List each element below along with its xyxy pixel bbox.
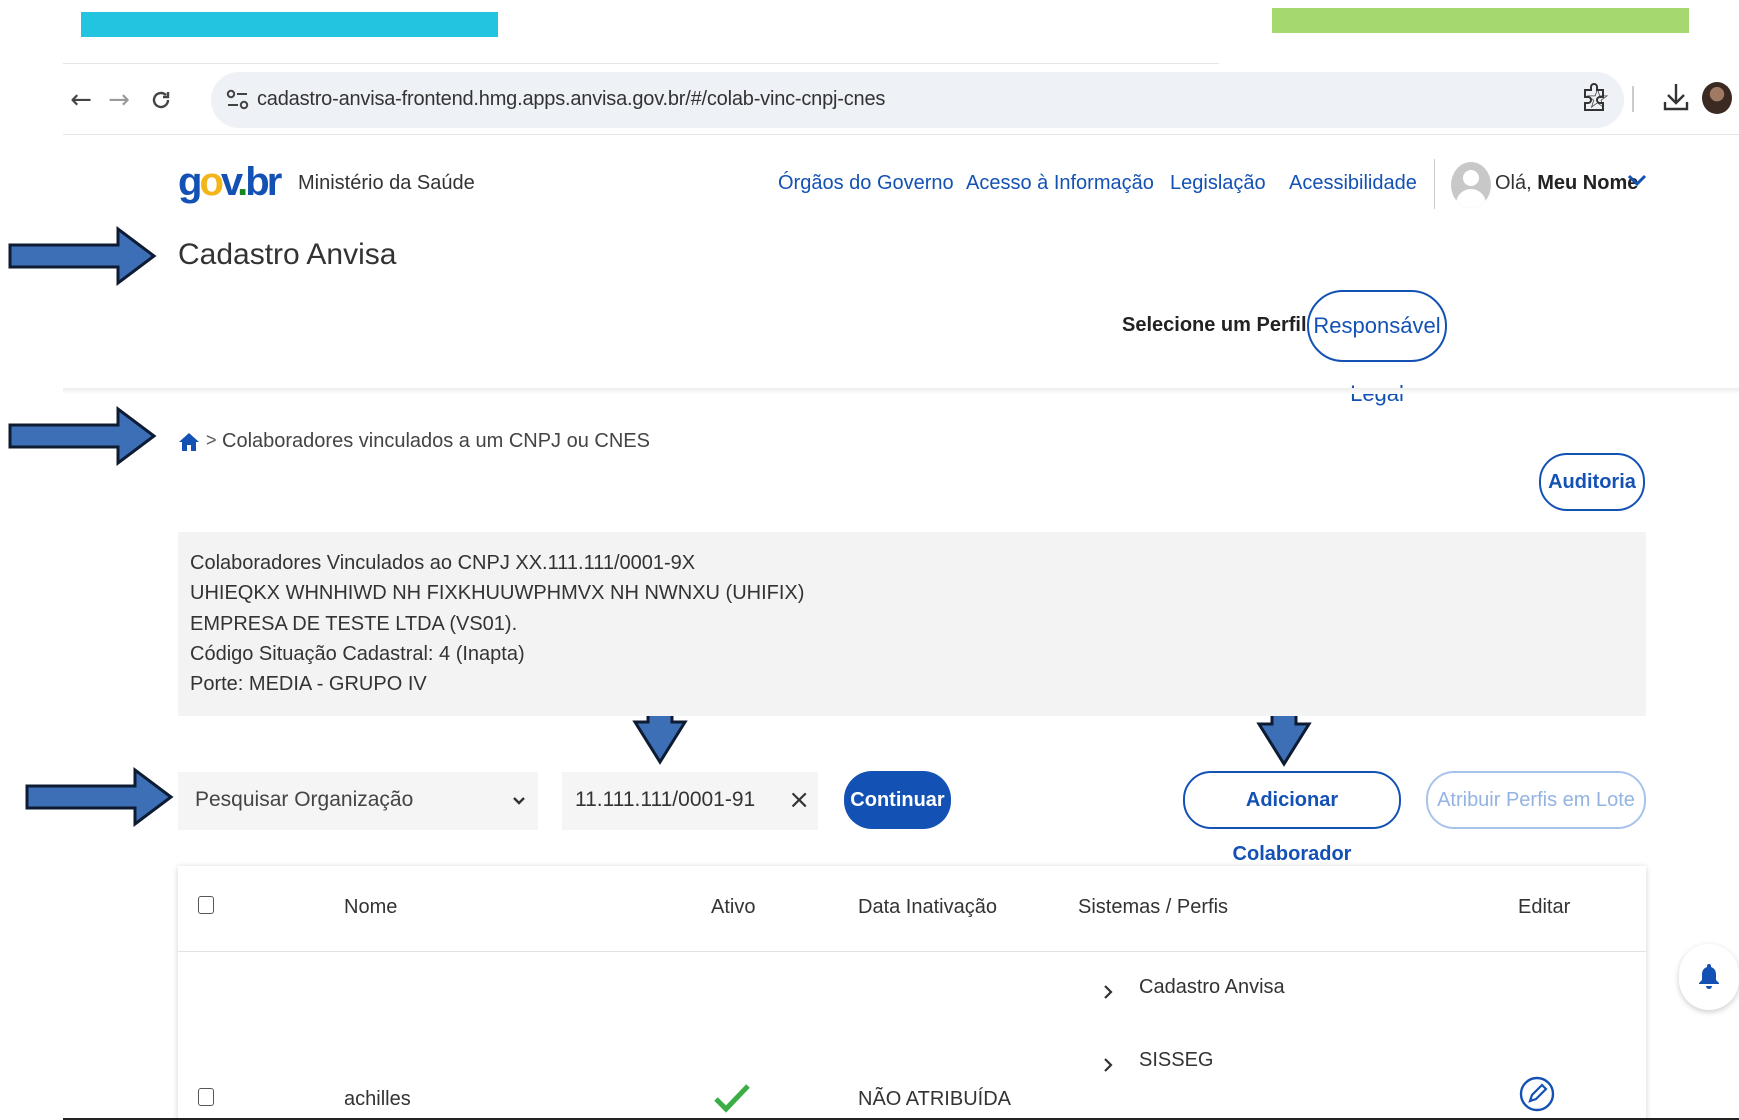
chevron-down-icon <box>513 797 525 805</box>
row-checkbox[interactable] <box>198 1088 214 1106</box>
top-color-bar-green <box>1272 8 1689 33</box>
bell-icon <box>1699 964 1719 989</box>
header-separator <box>1434 159 1435 209</box>
column-header-editar: Editar <box>1518 896 1571 918</box>
reload-icon[interactable] <box>143 82 179 118</box>
notifications-button[interactable] <box>1679 944 1739 1010</box>
annotation-arrow-right-icon <box>25 767 174 827</box>
site-info-icon[interactable] <box>225 88 251 112</box>
home-icon[interactable] <box>178 432 200 452</box>
auditoria-button[interactable]: Auditoria <box>1539 453 1645 511</box>
profile-avatar[interactable] <box>1702 82 1732 114</box>
collaborators-table: Nome Ativo Data Inativação Sistemas / Pe… <box>178 866 1646 1120</box>
profile-select-label: Selecione um Perfil: <box>1122 314 1314 336</box>
back-icon[interactable]: ← <box>63 82 99 118</box>
chevron-right-icon[interactable] <box>1102 984 1114 1000</box>
forward-icon[interactable]: → <box>101 82 137 118</box>
column-header-nome[interactable]: Nome <box>344 896 397 919</box>
download-icon[interactable] <box>1661 80 1691 114</box>
cnpj-info-panel: Colaboradores Vinculados ao CNPJ XX.111.… <box>178 532 1646 716</box>
chevron-right-icon[interactable] <box>1102 1057 1114 1073</box>
inactivation-date: NÃO ATRIBUÍDA <box>858 1088 1011 1110</box>
top-color-bar-cyan <box>81 12 498 37</box>
link-acesso-informacao[interactable]: Acesso à Informação <box>966 172 1154 195</box>
header-shadow <box>63 388 1739 394</box>
continuar-button[interactable]: Continuar <box>844 771 951 829</box>
toolbar-separator <box>1632 86 1634 112</box>
annotation-arrow-right-icon <box>8 226 157 286</box>
govbr-logo[interactable]: gov.br <box>178 160 282 205</box>
info-line: Código Situação Cadastral: 4 (Inapta) <box>190 643 525 665</box>
info-line: Porte: MEDIA - GRUPO IV <box>190 673 427 695</box>
organization-select-value: Pesquisar Organização <box>195 788 414 811</box>
url-text[interactable]: cadastro-anvisa-frontend.hmg.apps.anvisa… <box>257 88 885 111</box>
user-avatar-icon[interactable] <box>1451 162 1491 208</box>
top-divider <box>63 63 1219 64</box>
edit-pencil-icon[interactable] <box>1519 1076 1555 1112</box>
browser-toolbar: ← → cadastro-anvisa-frontend.hmg.apps.an… <box>63 68 1739 132</box>
address-bar[interactable]: cadastro-anvisa-frontend.hmg.apps.anvisa… <box>211 72 1624 128</box>
cnpj-search-value: 11.111.111/0001-91 <box>575 788 756 811</box>
table-header-divider <box>178 951 1646 952</box>
chevron-down-icon[interactable] <box>1627 170 1647 190</box>
column-header-data-inativacao[interactable]: Data Inativação <box>858 896 997 919</box>
user-greeting[interactable]: Olá, Meu Nome <box>1495 172 1638 195</box>
system-item[interactable]: Cadastro Anvisa <box>1139 976 1285 999</box>
chrome-divider <box>63 134 1739 135</box>
link-orgaos-governo[interactable]: Órgãos do Governo <box>778 172 954 195</box>
info-line: EMPRESA DE TESTE LTDA (VS01). <box>190 613 518 635</box>
info-line: UHIEQKX WHNHIWD NH FIXKHUUWPHMVX NH NWNX… <box>190 582 805 604</box>
profile-select-button[interactable]: Responsável Legal <box>1307 290 1447 406</box>
organization-select[interactable]: Pesquisar Organização <box>178 772 538 830</box>
ministry-name: Ministério da Saúde <box>298 172 475 194</box>
site-title: Cadastro Anvisa <box>178 238 397 271</box>
breadcrumb-current: Colaboradores vinculados a um CNPJ ou CN… <box>222 430 650 452</box>
link-acessibilidade[interactable]: Acessibilidade <box>1289 172 1417 195</box>
cnpj-search-input[interactable]: 11.111.111/0001-91 × <box>562 772 818 830</box>
collaborator-name: achilles <box>344 1088 411 1110</box>
info-line: Colaboradores Vinculados ao CNPJ XX.111.… <box>190 552 696 574</box>
add-collaborator-button[interactable]: Adicionar Colaborador <box>1183 771 1401 865</box>
extensions-icon[interactable] <box>1580 82 1608 112</box>
clear-icon[interactable]: × <box>788 785 810 815</box>
column-header-sistemas-perfis[interactable]: Sistemas / Perfis <box>1078 896 1228 919</box>
batch-profiles-button[interactable]: Atribuir Perfis em Lote <box>1426 771 1646 829</box>
breadcrumb-separator: > <box>206 430 217 450</box>
select-all-checkbox[interactable] <box>198 896 214 914</box>
column-header-ativo[interactable]: Ativo <box>711 896 755 919</box>
system-item[interactable]: SISSEG <box>1139 1049 1213 1072</box>
active-check-icon <box>714 1084 750 1113</box>
annotation-arrow-right-icon <box>8 406 157 466</box>
link-legislacao[interactable]: Legislação <box>1170 172 1266 195</box>
